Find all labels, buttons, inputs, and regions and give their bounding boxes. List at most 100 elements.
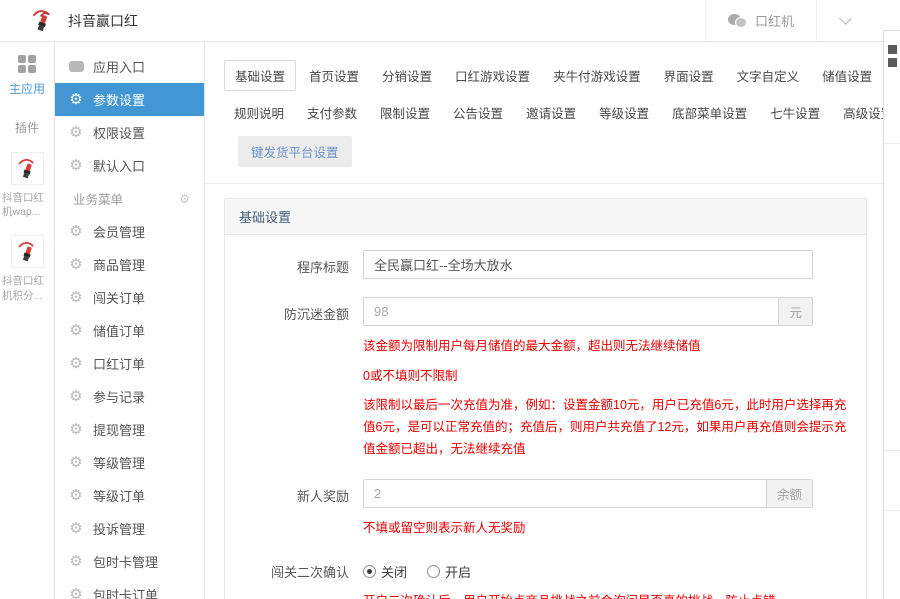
rail-plugin-item[interactable]: 抖音口红机积分... (1, 235, 53, 302)
sidebar-item[interactable]: ⚙ 商品管理 (55, 248, 204, 281)
sidebar-item[interactable]: ⚙ 包时卡管理 (55, 545, 204, 578)
panel-body: 程序标题 防沉迷金额 元 该金额为限制用户每月储值的最大金额，超出则 (225, 235, 866, 599)
sidebar-item[interactable]: ⚙ 会员管理 (55, 215, 204, 248)
sidebar-section-business-menu: 业务菜单 ⚙ (55, 182, 204, 215)
account-label: 口红机 (754, 14, 794, 29)
gear-icon: ⚙ (69, 223, 83, 240)
cutoff-glyph-fragment (887, 45, 897, 54)
tab-item[interactable]: 规则说明 (224, 97, 294, 128)
page-title: 抖音赢口红 (68, 12, 138, 29)
tab-item[interactable]: 底部菜单设置 (662, 97, 757, 128)
newbie-reward-input[interactable] (363, 478, 767, 508)
rail-plugins-label: 插件 (14, 121, 39, 135)
gear-icon: ⚙ (69, 454, 83, 471)
sidebar-item[interactable]: ⚙ 包时卡订单 (55, 578, 204, 599)
gear-icon: ⚙ (69, 355, 83, 372)
settings-tabs: 基础设置 首页设置 分销设置 口红游戏设置 夹牛付游戏设置 界面设置 文字自定义 储值设置 规… (224, 42, 893, 167)
sidebar-item[interactable]: ⚙ 口红订单 (55, 347, 204, 380)
rail-plugin-item[interactable]: 抖音口红机wap... (1, 152, 53, 219)
gear-icon: ⚙ (69, 388, 83, 405)
sidebar-item-label: 权限设置 (93, 126, 146, 141)
sidebar-item-label: 储值订单 (93, 324, 146, 339)
form-row-program-title: 程序标题 (239, 250, 852, 279)
gear-icon: ⚙ (69, 91, 83, 108)
sidebar-item-label: 等级订单 (93, 489, 146, 504)
tab-row-1: 基础设置 首页设置 分销设置 口红游戏设置 夹牛付游戏设置 界面设置 文字自定义 储值设置 (224, 60, 872, 91)
tab-item[interactable]: 等级设置 (589, 97, 659, 128)
anti-addiction-label: 防沉迷金额 (283, 307, 349, 322)
newbie-reward-input-group: 余额 (363, 478, 813, 508)
program-title-input[interactable] (363, 250, 813, 279)
section-gear-icon[interactable]: ⚙ (179, 192, 190, 206)
wechat-icon (727, 13, 747, 28)
delivery-platform-settings-button[interactable]: 键发货平台设置 (238, 136, 352, 167)
tabs-divider (205, 183, 900, 184)
sidebar-item[interactable]: ⚙ 投诉管理 (55, 512, 204, 545)
rail-item-main-app[interactable]: 主应用 (9, 55, 45, 97)
unit-addon-yuan: 元 (779, 297, 813, 326)
form-row-second-confirm: 闯关二次确认 关闭 开启 (239, 555, 852, 599)
sidebar-item[interactable]: ⚙ 储值订单 (55, 314, 204, 347)
second-confirm-help: 开启二次确认后，用户开始点商品挑战之前会询问是否真的挑战，防止点错 (363, 593, 852, 599)
anti-addiction-input[interactable] (363, 297, 780, 326)
panel-title: 基础设置 (225, 199, 866, 235)
newbie-reward-help: 不填或留空则表示新人无奖励 (363, 520, 526, 535)
app-window: 抖音赢口红 口红机 主应用 插件 抖音口红机wap... 抖音口红机积分... (0, 0, 900, 599)
sidebar-item[interactable]: ⚙ 权限设置 (55, 116, 204, 149)
tab-item[interactable]: 口红游戏设置 (445, 60, 540, 91)
radio-option-open[interactable]: 开启 (427, 562, 471, 581)
sidebar-item-label: 商品管理 (93, 258, 146, 273)
header-dropdown-toggle[interactable] (816, 0, 874, 41)
sidebar-item-label: 包时卡订单 (93, 588, 159, 599)
sidebar-item[interactable]: ⚙ 等级订单 (55, 479, 204, 512)
gear-icon: ⚙ (69, 289, 83, 306)
sidebar-item-label: 投诉管理 (93, 522, 146, 537)
radio-option-close[interactable]: 关闭 (363, 562, 407, 581)
tab-item[interactable]: 支付参数 (297, 97, 367, 128)
tab-item[interactable]: 文字自定义 (727, 60, 810, 91)
rail-plugin-caption: 抖音口红机wap... (2, 192, 44, 219)
radio-selected-icon (363, 565, 376, 579)
plugin-lipstick-icon (10, 235, 44, 269)
radio-close-label: 关闭 (381, 565, 408, 581)
tab-item[interactable]: 公告设置 (443, 97, 513, 128)
cutoff-glyph-fragment (887, 58, 897, 67)
anti-addiction-help-2: 0或不填则不限制 (363, 368, 458, 383)
sidebar-item[interactable]: ⚙ 默认入口 (55, 149, 204, 182)
tab-item[interactable]: 夹牛付游戏设置 (543, 60, 651, 91)
top-header: 抖音赢口红 口红机 (0, 0, 900, 42)
second-confirm-label: 闯关二次确认 (270, 565, 349, 581)
rail-plugin-list: 抖音口红机wap... 抖音口红机积分... (1, 136, 53, 303)
sidebar-item[interactable]: ⚙ 参数设置 (55, 83, 204, 116)
tab-item[interactable]: 限制设置 (370, 97, 440, 128)
sidebar-item-label: 会员管理 (93, 225, 146, 240)
sidebar-item-label: 参与记录 (93, 390, 146, 405)
sidebar-item[interactable]: ⚙ 参与记录 (55, 380, 204, 413)
sidebar-item-label: 等级管理 (93, 456, 146, 471)
main-content: 基础设置 首页设置 分销设置 口红游戏设置 夹牛付游戏设置 界面设置 文字自定义 储值设置 规… (205, 42, 900, 599)
tab-item[interactable]: 分销设置 (372, 60, 442, 91)
right-edge-cutoff-panel (883, 30, 900, 599)
tab-item[interactable]: 首页设置 (299, 60, 369, 91)
sidebar-item-label: 口红订单 (93, 357, 146, 372)
rail-main-app-label: 主应用 (8, 82, 45, 96)
sidebar-item[interactable]: ⚙ 提现管理 (55, 413, 204, 446)
unit-addon-balance: 余额 (766, 478, 813, 508)
basic-settings-panel: 基础设置 程序标题 防沉迷金额 元 (224, 198, 867, 599)
sidebar-item[interactable]: ⚙ 闯关订单 (55, 281, 204, 314)
sidebar-item-label: 闯关订单 (93, 291, 146, 306)
radio-open-label: 开启 (445, 565, 472, 581)
tab-item[interactable]: 储值设置 (812, 60, 882, 91)
gear-icon: ⚙ (69, 256, 83, 273)
tab-item[interactable]: 邀请设置 (516, 97, 586, 128)
grid-apps-icon (17, 55, 36, 73)
tab-item[interactable]: 界面设置 (654, 60, 724, 91)
sidebar-item[interactable]: ⚙ 等级管理 (55, 446, 204, 479)
plugin-lipstick-icon (10, 152, 44, 185)
sidebar-top-group: 应用入口 ⚙ 参数设置 ⚙ 权限设置 ⚙ 默认入口 (55, 50, 204, 182)
tab-item[interactable]: 基础设置 (224, 60, 297, 91)
account-switcher[interactable]: 口红机 (704, 0, 816, 41)
tab-row-2: 规则说明 支付参数 限制设置 公告设置 邀请设置 等级设置 底部菜单设置 七牛设置 高级设置 (224, 97, 893, 128)
tab-item[interactable]: 七牛设置 (760, 97, 830, 128)
sidebar-item[interactable]: 应用入口 (55, 50, 204, 83)
